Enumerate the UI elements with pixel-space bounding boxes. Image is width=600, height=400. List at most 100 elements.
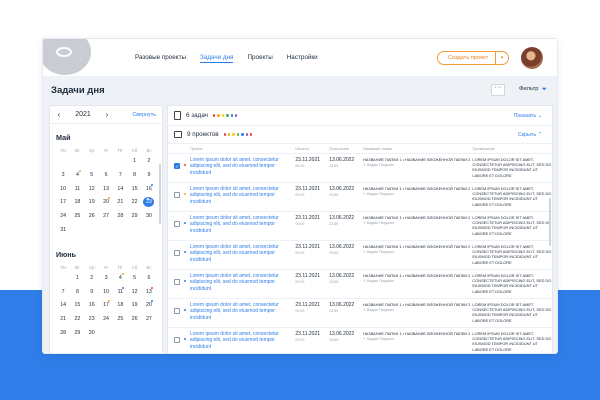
calendar-day[interactable]: 22 xyxy=(70,316,84,330)
column-header-start[interactable]: Начало xyxy=(295,146,329,151)
row-checkbox[interactable] xyxy=(174,250,180,256)
calendar-day[interactable]: 7 xyxy=(56,289,70,303)
project-name-link[interactable]: Lorem ipsum dolor sit amet, consectetur … xyxy=(190,273,295,297)
calendar-day[interactable]: 9 xyxy=(142,172,156,186)
create-project-button[interactable]: Создать проект ▾ xyxy=(437,51,509,65)
project-name-link[interactable]: Lorem ipsum dolor sit amet, consectetur … xyxy=(190,302,295,326)
project-name-link[interactable]: Lorem ipsum dolor sit amet, consectetur … xyxy=(190,331,295,353)
nav-link-one-time-projects[interactable]: Разовые проекты xyxy=(135,54,186,63)
calendar-day[interactable]: 28 xyxy=(56,330,70,344)
row-checkbox[interactable] xyxy=(174,337,180,343)
project-name-link[interactable]: Lorem ipsum dolor sit amet, consectetur … xyxy=(190,186,295,210)
selected-day[interactable]: 23 xyxy=(142,197,156,213)
table-row[interactable]: Lorem ipsum dolor sit amet, consectetur … xyxy=(168,241,552,270)
project-name-link[interactable]: Lorem ipsum dolor sit amet, consectetur … xyxy=(190,215,295,239)
calendar-day[interactable]: 2 xyxy=(85,275,99,289)
calendar-day[interactable]: 5 xyxy=(85,172,99,186)
calendar-day[interactable]: 3 xyxy=(99,275,113,289)
calendar-day[interactable]: 11 xyxy=(113,286,127,303)
next-year-icon[interactable]: › xyxy=(98,110,116,119)
calendar-day[interactable]: 17 xyxy=(99,300,113,316)
calendar-day[interactable]: 25 xyxy=(113,316,127,330)
row-checkbox[interactable] xyxy=(174,308,180,314)
calendar-day[interactable]: 26 xyxy=(127,316,141,330)
calendar-day[interactable]: 24 xyxy=(56,213,70,227)
row-checkbox[interactable] xyxy=(174,221,180,227)
calendar-day[interactable]: 15 xyxy=(70,302,84,316)
project-name-link[interactable]: Lorem ipsum dolor sit amet, consectetur … xyxy=(190,244,295,268)
calendar-day[interactable]: 3 xyxy=(56,172,70,186)
calendar-scrollbar[interactable] xyxy=(159,164,161,224)
calendar-day[interactable]: 27 xyxy=(142,316,156,330)
calendar-day[interactable]: 27 xyxy=(99,213,113,227)
calendar-day[interactable]: 4 xyxy=(70,169,84,186)
calendar-day[interactable]: 13 xyxy=(142,286,156,303)
calendar-day[interactable]: 14 xyxy=(113,186,127,200)
calendar-day[interactable]: 30 xyxy=(85,330,99,344)
nav-link-daily-tasks[interactable]: Задачи дня xyxy=(200,54,234,63)
calendar-day[interactable]: 19 xyxy=(127,302,141,316)
calendar-day[interactable]: 22 xyxy=(127,199,141,213)
table-row[interactable]: ✓ Lorem ipsum dolor sit amet, consectetur… xyxy=(168,154,552,183)
collapse-calendar-link[interactable]: Свернуть xyxy=(132,112,156,118)
row-checkbox[interactable] xyxy=(174,192,180,198)
column-header-project[interactable]: Проект xyxy=(190,146,295,151)
calendar-day[interactable]: 8 xyxy=(70,289,84,303)
calendar-day[interactable]: 17 xyxy=(56,199,70,213)
calendar-day[interactable]: 5 xyxy=(127,275,141,289)
prev-year-icon[interactable]: ‹ xyxy=(50,110,68,119)
calendar-day[interactable]: 23 xyxy=(85,316,99,330)
nav-link-projects[interactable]: Проекты xyxy=(247,54,272,63)
calendar-day[interactable]: 10 xyxy=(99,289,113,303)
avatar[interactable] xyxy=(521,47,543,69)
table-row[interactable]: Lorem ipsum dolor sit amet, consectetur … xyxy=(168,183,552,212)
calendar-day[interactable]: 13 xyxy=(99,186,113,200)
calendar-day[interactable]: 12 xyxy=(127,289,141,303)
calendar-day[interactable]: 19 xyxy=(85,199,99,213)
calendar-day[interactable]: 31 xyxy=(56,227,70,241)
more-options-button[interactable]: ··· xyxy=(491,84,505,96)
calendar-day[interactable]: 26 xyxy=(85,213,99,227)
calendar-day[interactable]: 1 xyxy=(70,275,84,289)
table-row[interactable]: Lorem ipsum dolor sit amet, consectetur … xyxy=(168,212,552,241)
calendar-day[interactable]: 28 xyxy=(113,213,127,227)
calendar-day[interactable]: 11 xyxy=(70,186,84,200)
calendar-day[interactable]: 8 xyxy=(127,172,141,186)
project-name-link[interactable]: Lorem ipsum dolor sit amet, consectetur … xyxy=(190,157,295,181)
row-checkbox[interactable]: ✓ xyxy=(174,163,180,169)
chevron-down-icon[interactable]: ▾ xyxy=(495,52,508,64)
nav-link-settings[interactable]: Настройки xyxy=(287,54,318,63)
calendar-day[interactable]: 29 xyxy=(127,213,141,227)
calendar-day[interactable]: 10 xyxy=(56,186,70,200)
calendar-day[interactable]: 7 xyxy=(113,172,127,186)
calendar-day[interactable]: 2 xyxy=(142,158,156,172)
calendar-day[interactable]: 6 xyxy=(99,172,113,186)
calendar-day[interactable]: 18 xyxy=(70,199,84,213)
calendar-day[interactable]: 29 xyxy=(70,330,84,344)
logo[interactable] xyxy=(43,39,91,75)
table-row[interactable]: Lorem ipsum dolor sit amet, consectetur … xyxy=(168,270,552,299)
calendar-day[interactable]: 20 xyxy=(99,197,113,213)
column-header-folder[interactable]: Название папки xyxy=(363,146,472,151)
calendar-day[interactable]: 21 xyxy=(113,199,127,213)
table-scrollbar[interactable] xyxy=(549,198,551,246)
calendar-day[interactable]: 14 xyxy=(56,302,70,316)
calendar-day[interactable]: 18 xyxy=(113,302,127,316)
filter-button[interactable]: Фильтр ⏷ xyxy=(519,86,547,94)
calendar-day[interactable]: 16 xyxy=(85,302,99,316)
calendar-day[interactable]: 30 xyxy=(142,213,156,227)
calendar-day[interactable]: 6 xyxy=(142,275,156,289)
calendar-day[interactable]: 9 xyxy=(85,289,99,303)
show-tasks-link[interactable]: Показать ⌄ xyxy=(514,113,542,119)
calendar-day[interactable]: 25 xyxy=(70,213,84,227)
table-row[interactable]: Lorem ipsum dolor sit amet, consectetur … xyxy=(168,328,552,353)
table-row[interactable]: Lorem ipsum dolor sit amet, consectetur … xyxy=(168,299,552,328)
row-checkbox[interactable] xyxy=(174,279,180,285)
calendar-day[interactable]: 1 xyxy=(127,158,141,172)
calendar-day[interactable]: 15 xyxy=(127,186,141,200)
calendar-day[interactable]: 20 xyxy=(142,300,156,316)
hide-projects-link[interactable]: Скрыть ⌃ xyxy=(518,132,542,138)
calendar-day[interactable]: 12 xyxy=(85,186,99,200)
column-header-note[interactable]: Примечание xyxy=(472,146,552,151)
column-header-end[interactable]: Окончание xyxy=(329,146,363,151)
